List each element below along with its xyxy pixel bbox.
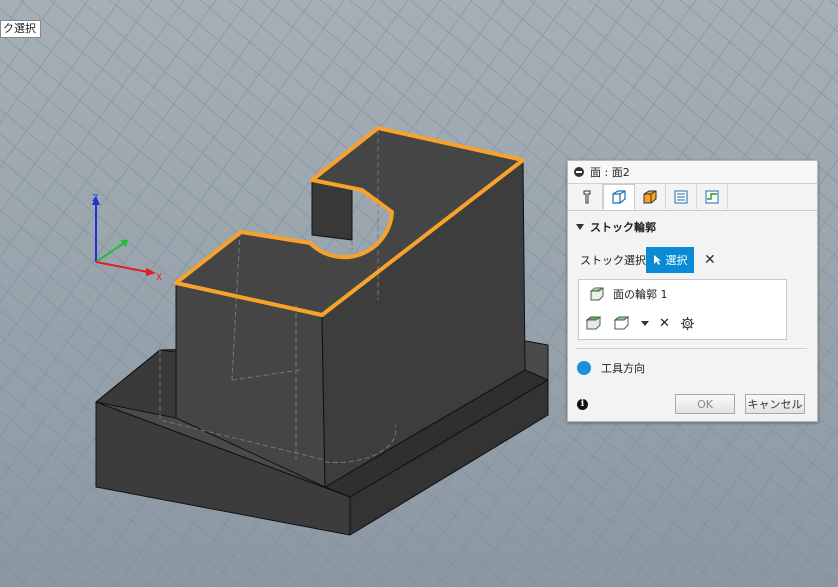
dropdown-arrow-icon[interactable]: [641, 320, 649, 326]
select-button-label: 選択: [665, 254, 688, 267]
tool-direction-label: 工具方向: [601, 362, 645, 375]
select-button[interactable]: 選択: [646, 247, 694, 273]
list-item-label: 面の輪郭 1: [613, 288, 668, 301]
stock-selection-row: ストック選択 選択 ✕: [580, 247, 817, 273]
axis-x-label: X: [156, 273, 162, 283]
info-icon[interactable]: i: [577, 398, 588, 410]
remove-icon[interactable]: ✕: [659, 316, 670, 331]
face-chain-icon[interactable]: [613, 315, 631, 331]
section-title: ストック輪郭: [590, 221, 656, 234]
face-contour-icon: [590, 287, 604, 301]
dialog-footer: i OK キャンセル: [577, 394, 805, 414]
gear-icon[interactable]: [680, 316, 695, 331]
tool-direction-icon: [577, 361, 591, 375]
list-item[interactable]: 面の輪郭 1: [589, 286, 786, 302]
clear-selection-icon[interactable]: ✕: [704, 252, 716, 268]
tab-passes[interactable]: [666, 184, 697, 209]
ok-button[interactable]: OK: [675, 394, 735, 414]
divider: [576, 348, 807, 349]
tool-direction-row[interactable]: 工具方向: [577, 360, 645, 376]
tab-heights[interactable]: [635, 184, 666, 209]
cancel-button[interactable]: キャンセル: [745, 394, 805, 414]
geometry-icon: [612, 190, 626, 204]
passes-icon: [674, 190, 688, 203]
cursor-arrow-icon: [653, 255, 661, 265]
stock-selection-label: ストック選択: [580, 254, 646, 267]
dialog-title-bar[interactable]: 面 : 面2: [568, 161, 817, 184]
section-stock-contour[interactable]: ストック輪郭: [576, 219, 817, 235]
list-tools: ✕: [585, 315, 786, 331]
tab-tool[interactable]: [572, 184, 603, 209]
axis-z-label: Z: [92, 194, 98, 204]
dialog-title: 面 : 面2: [590, 166, 630, 179]
linking-icon: [705, 190, 719, 203]
heights-icon: [643, 190, 657, 203]
contour-list: 面の輪郭 1 ✕: [578, 279, 787, 340]
tab-geometry[interactable]: [603, 184, 635, 210]
expand-triangle-icon: [576, 224, 584, 230]
collapse-icon[interactable]: [574, 167, 584, 177]
dialog-tabs: [568, 184, 817, 211]
tool-icon: [583, 190, 591, 203]
contour-dialog: 面 : 面2 ストック輪郭 ストック選択 選択 ✕ 面の輪郭 1 ✕ 工具方向 …: [567, 160, 818, 422]
selection-tooltip: ク選択: [0, 20, 41, 38]
face-add-icon[interactable]: [585, 315, 603, 331]
tab-linking[interactable]: [697, 184, 728, 209]
